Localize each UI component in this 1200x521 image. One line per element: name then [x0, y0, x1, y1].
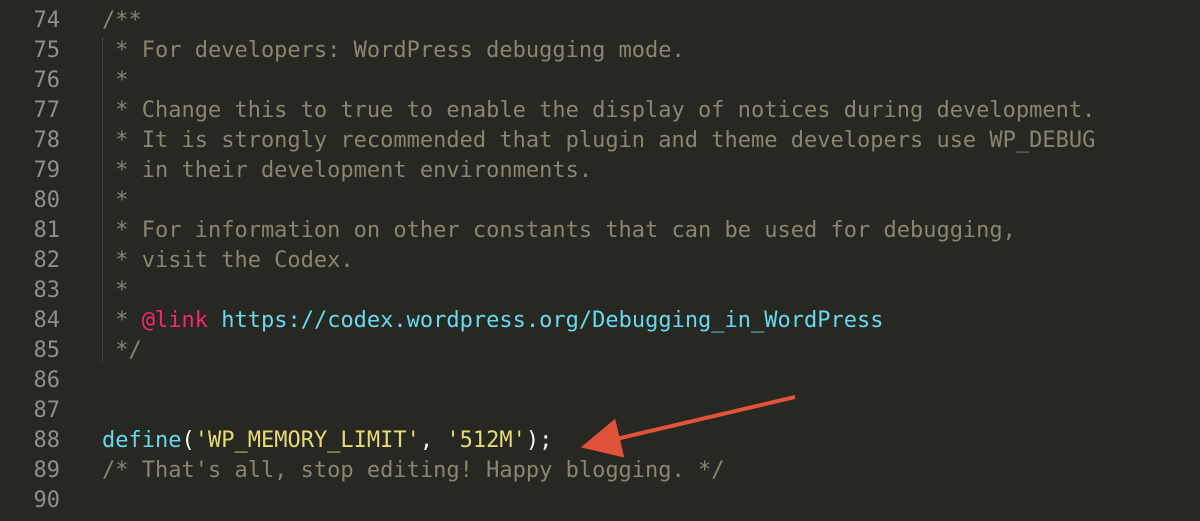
code-token: * For information on other constants tha…: [102, 218, 1016, 243]
code-text: */: [102, 336, 142, 366]
line-number: 77: [33, 98, 61, 123]
line-number: 76: [33, 68, 61, 93]
code-line[interactable]: 81 * For information on other constants …: [0, 216, 1200, 246]
line-number: 87: [33, 398, 61, 423]
line-number: 78: [33, 128, 61, 153]
code-line[interactable]: 82 * visit the Codex.: [0, 246, 1200, 276]
code-line[interactable]: 83 *: [0, 276, 1200, 306]
code-token: '512M': [446, 428, 526, 453]
line-number: 80: [33, 188, 61, 213]
code-line[interactable]: 90: [0, 486, 1200, 516]
code-editor[interactable]: 74 /** 75 * For developers: WordPress debu…: [0, 0, 1200, 521]
code-text: /**: [102, 6, 142, 36]
code-line[interactable]: 78 * It is strongly recommended that plu…: [0, 126, 1200, 156]
line-number: 75: [33, 38, 61, 63]
code-text: *: [102, 66, 129, 96]
code-line[interactable]: 75 * For developers: WordPress debugging…: [0, 36, 1200, 66]
code-line[interactable]: 84 * @link https://codex.wordpress.org/D…: [0, 306, 1200, 336]
code-token: *: [102, 308, 142, 333]
code-line[interactable]: 89 /* That's all, stop editing! Happy blo…: [0, 456, 1200, 486]
line-number: 83: [33, 278, 61, 303]
code-token: * visit the Codex.: [102, 248, 354, 273]
line-number: 85: [33, 338, 61, 363]
code-line[interactable]: 88 define('WP_MEMORY_LIMIT', '512M');: [0, 426, 1200, 456]
code-token: *: [102, 278, 129, 303]
code-text: * For developers: WordPress debugging mo…: [102, 36, 685, 66]
code-token: /**: [102, 8, 142, 33]
code-text: * Change this to true to enable the disp…: [102, 96, 1095, 126]
code-text: * visit the Codex.: [102, 246, 354, 276]
code-token: */: [102, 338, 142, 363]
code-line[interactable]: 86: [0, 366, 1200, 396]
code-token: (: [181, 428, 195, 453]
code-token: * For developers: WordPress debugging mo…: [102, 38, 685, 63]
code-token: * Change this to true to enable the disp…: [102, 98, 1096, 123]
code-text: /* That's all, stop editing! Happy blogg…: [102, 456, 725, 486]
code-line[interactable]: 76 *: [0, 66, 1200, 96]
line-number: 89: [33, 458, 61, 483]
code-token: define: [102, 428, 182, 453]
code-token: /* That's all, stop editing! Happy blogg…: [102, 458, 725, 483]
code-text: * It is strongly recommended that plugin…: [102, 126, 1095, 156]
code-token: *: [102, 68, 129, 93]
code-token: *: [102, 188, 129, 213]
code-token: );: [525, 428, 553, 453]
code-line[interactable]: 79 * in their development environments.: [0, 156, 1200, 186]
code-token: * in their development environments.: [102, 158, 593, 183]
line-number: 88: [33, 428, 61, 453]
line-number: 86: [33, 368, 61, 393]
code-text: * in their development environments.: [102, 156, 592, 186]
code-line[interactable]: 85 */: [0, 336, 1200, 366]
code-line[interactable]: 80 *: [0, 186, 1200, 216]
line-number: 79: [33, 158, 61, 183]
line-number: 90: [33, 488, 61, 513]
code-token: @link: [141, 308, 208, 333]
code-token: https://codex.wordpress.org/Debugging_in…: [221, 308, 884, 333]
line-number: 81: [33, 218, 61, 243]
code-line[interactable]: 74 /**: [0, 6, 1200, 36]
code-text: *: [102, 276, 129, 306]
code-text: * @link https://codex.wordpress.org/Debu…: [102, 306, 884, 336]
code-token: * It is strongly recommended that plugin…: [102, 128, 1096, 153]
line-number: 84: [33, 308, 61, 333]
code-text: * For information on other constants tha…: [102, 216, 1016, 246]
code-line[interactable]: 77 * Change this to true to enable the d…: [0, 96, 1200, 126]
line-number: 74: [33, 8, 61, 33]
line-number: 82: [33, 248, 61, 273]
code-token: 'WP_MEMORY_LIMIT': [194, 428, 420, 453]
code-token: ,: [419, 428, 447, 453]
code-text: define('WP_MEMORY_LIMIT', '512M');: [102, 426, 552, 456]
code-text: *: [102, 186, 129, 216]
code-line[interactable]: 87: [0, 396, 1200, 426]
